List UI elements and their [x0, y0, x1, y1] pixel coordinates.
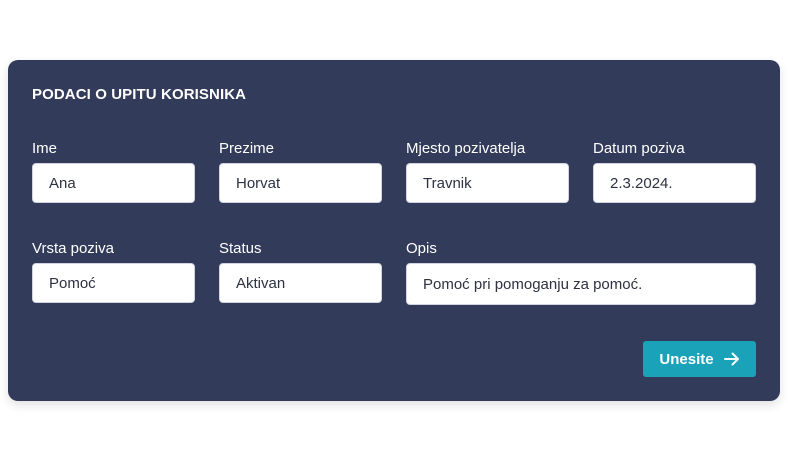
vrsta-label: Vrsta poziva — [32, 240, 114, 257]
status-input[interactable] — [219, 263, 382, 303]
mjesto-input[interactable] — [406, 163, 569, 203]
ime-label: Ime — [32, 140, 58, 157]
mjesto-label: Mjesto pozivatelja — [406, 140, 526, 157]
prezime-label: Prezime — [219, 140, 275, 157]
opis-input[interactable] — [406, 263, 756, 305]
vrsta-input[interactable] — [32, 263, 195, 303]
datum-label: Datum poziva — [593, 140, 685, 157]
prezime-input[interactable] — [219, 163, 382, 203]
inquiry-form-card: PODACI O UPITU KORISNIKA Ime Prezime Mje… — [8, 60, 780, 401]
form-title: PODACI O UPITU KORISNIKA — [32, 86, 247, 103]
datum-input[interactable] — [593, 163, 756, 203]
opis-label: Opis — [406, 240, 437, 257]
status-label: Status — [219, 240, 262, 257]
submit-button[interactable]: Unesite — [643, 341, 756, 377]
submit-button-label: Unesite — [659, 350, 714, 368]
arrow-right-icon — [723, 352, 739, 366]
ime-input[interactable] — [32, 163, 195, 203]
